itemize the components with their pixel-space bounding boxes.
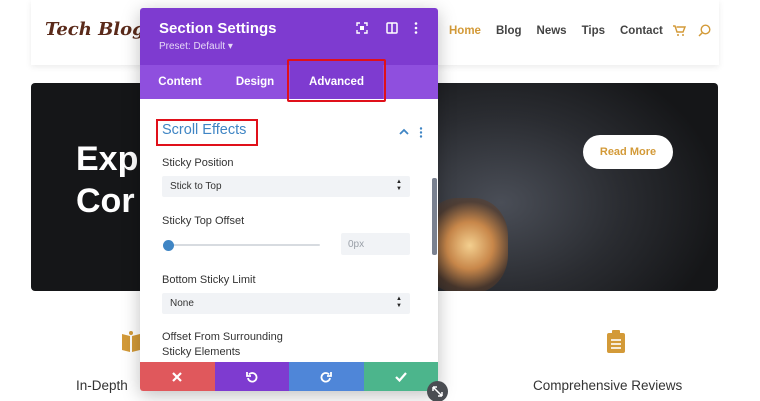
sticky-position-select[interactable]: Stick to Top ▲ ▼: [162, 176, 410, 197]
nav-home[interactable]: Home: [449, 25, 481, 37]
sticky-top-offset-input[interactable]: 0px: [341, 233, 410, 255]
main-nav: Home Blog News Tips Contact: [449, 24, 723, 37]
preset-dropdown[interactable]: Preset: Default ▾: [159, 41, 233, 52]
expand-icon[interactable]: [356, 22, 368, 34]
offset-surrounding-line-2: Sticky Elements: [162, 346, 241, 358]
panel-scrollbar[interactable]: [432, 178, 437, 255]
nav-contact[interactable]: Contact: [620, 25, 663, 37]
clipboard-icon: [606, 330, 626, 359]
sticky-position-value: Stick to Top: [170, 181, 222, 192]
nav-blog[interactable]: Blog: [496, 25, 522, 37]
close-icon: [172, 371, 183, 382]
settings-tabs: Content Design Advanced: [140, 65, 438, 99]
undo-button[interactable]: [214, 362, 289, 391]
feature-label-reviews: Comprehensive Reviews: [533, 378, 683, 393]
book-icon: [121, 331, 141, 358]
more-options-icon[interactable]: [414, 22, 418, 34]
panel-header[interactable]: Section Settings Preset: Default ▾: [140, 8, 438, 65]
scroll-effects-header[interactable]: Scroll Effects: [162, 121, 246, 139]
hero-title: Exp Cor: [76, 138, 138, 222]
section-settings-panel: Section Settings Preset: Default ▾ Conte…: [140, 8, 438, 391]
resize-handle[interactable]: [427, 381, 448, 401]
hero-title-line-1: Exp: [76, 140, 139, 178]
search-icon[interactable]: [698, 24, 711, 37]
feature-label-in-depth: In-Depth: [76, 378, 128, 393]
redo-button[interactable]: [289, 362, 364, 391]
select-arrows-icon: ▲ ▼: [396, 179, 402, 192]
select-arrows-icon: ▲ ▼: [396, 296, 402, 309]
sidebar-icon[interactable]: [386, 22, 398, 34]
nav-tips[interactable]: Tips: [582, 25, 605, 37]
offset-slider-track[interactable]: [168, 244, 320, 246]
read-more-button[interactable]: Read More: [583, 135, 673, 169]
hero-title-line-2: Cor: [76, 182, 135, 220]
panel-action-bar: [140, 362, 438, 391]
bottom-sticky-limit-value: None: [170, 298, 194, 309]
cancel-button[interactable]: [140, 362, 215, 391]
resize-arrows-icon: [432, 386, 443, 397]
tab-design[interactable]: Design: [220, 65, 290, 99]
sticky-top-offset-label: Sticky Top Offset: [162, 215, 245, 227]
offset-slider-handle[interactable]: [163, 240, 174, 251]
tab-content[interactable]: Content: [140, 65, 220, 99]
site-logo[interactable]: Tech Blog: [45, 19, 145, 40]
cart-icon[interactable]: [672, 24, 686, 37]
panel-title: Section Settings: [159, 20, 277, 37]
undo-icon: [245, 371, 258, 382]
nav-news[interactable]: News: [537, 25, 567, 37]
bottom-sticky-limit-label: Bottom Sticky Limit: [162, 274, 256, 286]
tab-advanced[interactable]: Advanced: [290, 65, 383, 99]
check-icon: [394, 371, 407, 382]
section-title: Scroll Effects: [162, 122, 247, 138]
offset-surrounding-label: Offset From Surrounding Sticky Elements: [162, 330, 283, 360]
bottom-sticky-limit-select[interactable]: None ▲ ▼: [162, 293, 410, 314]
chevron-up-icon[interactable]: [399, 128, 409, 135]
redo-icon: [320, 371, 333, 382]
sticky-position-label: Sticky Position: [162, 157, 234, 169]
offset-surrounding-line-1: Offset From Surrounding: [162, 331, 283, 343]
section-more-icon[interactable]: [419, 127, 423, 138]
